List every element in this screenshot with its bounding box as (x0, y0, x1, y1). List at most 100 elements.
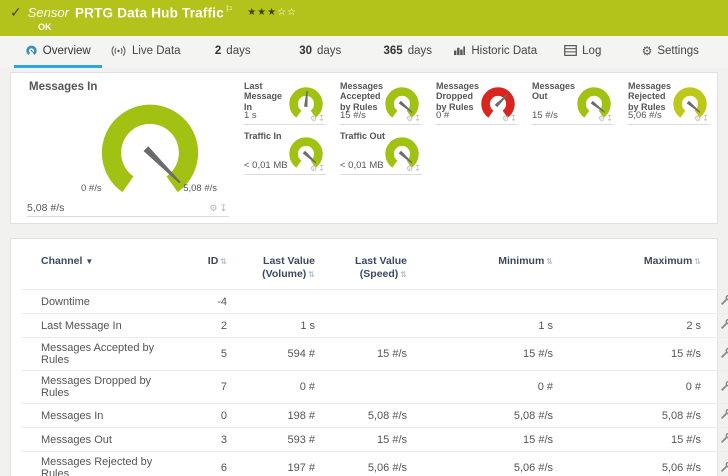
chevron-down-icon: ▼ (85, 257, 93, 266)
download-icon[interactable]: ↧ (606, 114, 614, 123)
gear-icon: ⚙ (642, 45, 653, 57)
tab-label: Settings (657, 45, 699, 57)
gauge-value: 15 #/s (532, 110, 558, 121)
gauge-actions[interactable]: ⚙↧ (310, 164, 326, 173)
channel-settings-cell (705, 452, 728, 476)
tab-365-days[interactable]: 365 days (364, 36, 452, 68)
maximum-value: 15 #/s (557, 428, 705, 452)
gauge-value: < 0,01 MB (244, 160, 288, 171)
column-header-actions (705, 243, 728, 290)
tab-2-days[interactable]: 2 days (189, 36, 277, 68)
last-value-speed: 5,08 #/s (319, 404, 411, 428)
tab-settings[interactable]: ⚙ Settings (627, 36, 715, 68)
stars-filled[interactable]: ★★★ (247, 7, 277, 18)
channel-name: Downtime (21, 290, 179, 314)
column-header-maximum[interactable]: Maximum⇅ (557, 243, 705, 290)
gauge-title: Messages In (29, 81, 227, 93)
gauge-value: 1 s (244, 110, 257, 121)
table-row[interactable]: Messages Rejected by Rules6197 #5,06 #/s… (21, 452, 728, 476)
table-row[interactable]: Downtime-4 (21, 290, 728, 314)
channel-name: Last Message In (21, 314, 179, 338)
stars-empty[interactable]: ☆☆ (277, 7, 297, 18)
channel-settings-button[interactable] (720, 380, 728, 395)
tab-historic-data[interactable]: Historic Data (452, 36, 540, 68)
channel-name: Messages Accepted by Rules (21, 338, 179, 371)
table-row[interactable]: Messages Out3593 #15 #/s15 #/s15 #/s (21, 428, 728, 452)
tab-label: days (317, 45, 341, 57)
channel-settings-button[interactable] (720, 294, 728, 309)
tab-label: Overview (43, 45, 91, 57)
gauge-actions[interactable]: ⚙↧ (406, 164, 422, 173)
column-header-channel[interactable]: Channel▼ (21, 243, 179, 290)
gauge-tile-traffic-in: Traffic In < 0,01 MB ⚙↧ (244, 125, 326, 175)
channel-settings-button[interactable] (720, 347, 728, 362)
download-icon[interactable]: ↧ (414, 114, 422, 123)
header-label: Minimum (498, 255, 544, 267)
maximum-value: 2 s (557, 314, 705, 338)
download-icon[interactable]: ↧ (510, 114, 518, 123)
gauge-actions[interactable]: ⚙↧ (310, 114, 326, 123)
column-header-last-speed[interactable]: Last Value (Speed)⇅ (319, 243, 411, 290)
channel-settings-button[interactable] (720, 318, 728, 333)
gauge-value: 15 #/s (340, 110, 366, 121)
tab-label: days (408, 45, 432, 57)
gauge-actions[interactable]: ⚙↧ (406, 114, 422, 123)
download-icon[interactable]: ↧ (702, 114, 710, 123)
last-value-speed (319, 290, 411, 314)
tab-overview[interactable]: Overview (14, 36, 102, 68)
table-row[interactable]: Messages In0198 #5,08 #/s5,08 #/s5,08 #/… (21, 404, 728, 428)
last-value-speed: 5,06 #/s (319, 452, 411, 476)
small-gauges-grid: Last Message In 1 s ⚙↧ Messages Accepted… (237, 73, 717, 223)
maximum-value: 0 # (557, 371, 705, 404)
table-row[interactable]: Last Message In21 s1 s2 s (21, 314, 728, 338)
tab-label: Live Data (132, 45, 181, 57)
maximum-value (557, 290, 705, 314)
channel-id: -4 (179, 290, 231, 314)
last-value-volume: 1 s (231, 314, 319, 338)
header-label: Channel (41, 255, 82, 267)
minimum-value: 15 #/s (411, 338, 557, 371)
tab-30-days[interactable]: 30 days (277, 36, 365, 68)
column-header-id[interactable]: ID⇅ (179, 243, 231, 290)
channel-settings-cell (705, 371, 728, 404)
gauge-scale-min: 0 #/s (81, 183, 102, 194)
channel-settings-button[interactable] (720, 408, 728, 423)
channel-id: 3 (179, 428, 231, 452)
gauge-actions[interactable]: ⚙↧ (209, 203, 229, 214)
status-badge: OK (38, 22, 718, 32)
priority-stars[interactable]: ★★★☆☆ (247, 7, 297, 18)
channel-table: Channel▼ ID⇅ Last Value (Volume)⇅ Last V… (21, 243, 728, 476)
maximum-value: 15 #/s (557, 338, 705, 371)
download-icon[interactable]: ↧ (318, 164, 326, 173)
gauge-dial (91, 95, 209, 197)
table-row[interactable]: Messages Dropped by Rules70 #0 #0 # (21, 371, 728, 404)
column-header-last-volume[interactable]: Last Value (Volume)⇅ (231, 243, 319, 290)
minimum-value: 5,08 #/s (411, 404, 557, 428)
gauge-actions[interactable]: ⚙↧ (502, 114, 518, 123)
channel-settings-cell (705, 404, 728, 428)
gauge-tile-messages-out: Messages Out 15 #/s ⚙↧ (532, 75, 614, 125)
download-icon[interactable]: ↧ (219, 203, 229, 213)
channel-settings-button[interactable] (720, 461, 728, 476)
download-icon[interactable]: ↧ (414, 164, 422, 173)
table-row[interactable]: Messages Accepted by Rules5594 #15 #/s15… (21, 338, 728, 371)
last-value-volume: 593 # (231, 428, 319, 452)
channel-name: Messages In (21, 404, 179, 428)
gauge-actions[interactable]: ⚙↧ (694, 114, 710, 123)
minimum-value: 0 # (411, 371, 557, 404)
gauge-scale-max: 5,08 #/s (183, 183, 217, 194)
last-value-speed (319, 371, 411, 404)
channel-settings-button[interactable] (720, 432, 728, 447)
flag-icon[interactable]: ⚐ (225, 4, 233, 14)
minimum-value (411, 290, 557, 314)
gauge-actions[interactable]: ⚙↧ (598, 114, 614, 123)
download-icon[interactable]: ↧ (318, 114, 326, 123)
gauge-value: 5,06 #/s (628, 110, 662, 121)
channel-settings-cell (705, 314, 728, 338)
tab-live-data[interactable]: Live Data (102, 36, 190, 68)
column-header-minimum[interactable]: Minimum⇅ (411, 243, 557, 290)
gauge-tile-messages-dropped: Messages Dropped by Rules 0 # ⚙↧ (436, 75, 518, 125)
channel-name: Messages Dropped by Rules (21, 371, 179, 404)
tab-log[interactable]: Log (539, 36, 627, 68)
gear-icon[interactable]: ⚙ (209, 203, 219, 213)
